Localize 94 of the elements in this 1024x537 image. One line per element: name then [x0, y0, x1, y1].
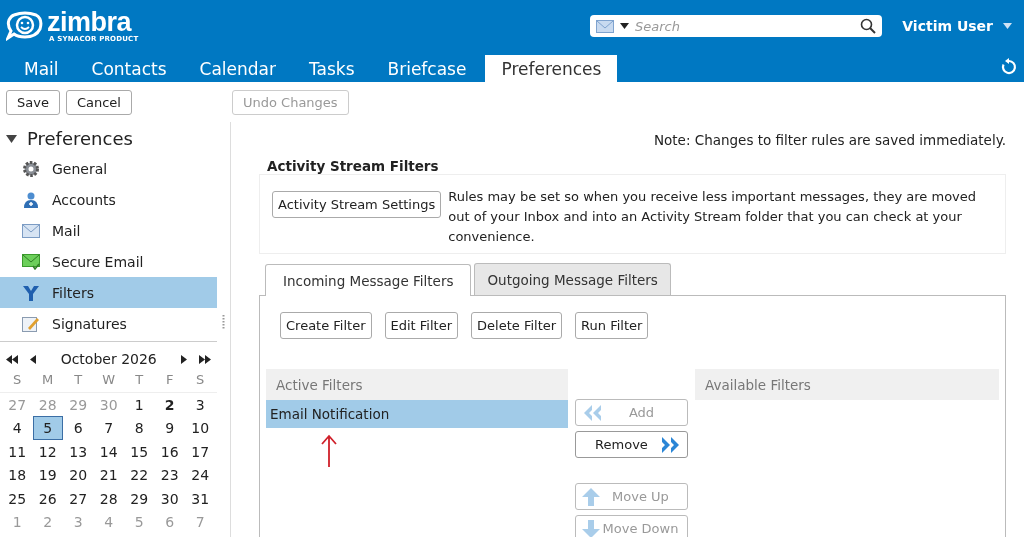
section-title: Activity Stream Filters [267, 158, 440, 174]
annotation-arrow [321, 434, 337, 468]
calendar-day[interactable]: 26 [32, 486, 63, 511]
caret-icon [620, 23, 629, 29]
filter-action-button[interactable]: Run Filter [575, 312, 649, 339]
sidebar-item[interactable]: Accounts [0, 184, 218, 215]
app-tab[interactable]: Preferences [485, 55, 618, 82]
weekday-label: S [12, 372, 23, 388]
calendar-day[interactable]: 20 [63, 463, 94, 487]
app-tab[interactable]: Briefcase [373, 55, 481, 82]
calendar-day[interactable]: 19 [32, 463, 63, 487]
filter-action-button[interactable]: Delete Filter [471, 312, 563, 339]
app-tab[interactable]: Contacts [77, 55, 181, 82]
app-tab[interactable]: Tasks [295, 55, 369, 82]
sidebar-item[interactable]: General [0, 153, 218, 184]
calendar-day[interactable]: 29 [124, 486, 155, 511]
calendar-day[interactable]: 10 [185, 416, 216, 440]
filter-tab[interactable]: Outgoing Message Filters [474, 263, 671, 295]
calendar-day[interactable]: 6 [63, 416, 94, 440]
activity-stream-settings-button[interactable]: Activity Stream Settings [272, 191, 442, 218]
weekday-label: T [73, 372, 84, 388]
sidebar-item[interactable]: Signatures [0, 308, 218, 339]
calendar-day[interactable]: 12 [32, 439, 63, 464]
app-tab[interactable]: Calendar [185, 55, 290, 82]
previous-year-icon[interactable] [6, 354, 18, 364]
weekday-label: W [101, 372, 117, 388]
search-bar[interactable]: Search [590, 15, 882, 37]
weekday-label: T [134, 372, 145, 388]
calendar-day[interactable]: 28 [93, 486, 124, 511]
sidebar-item[interactable]: Mail [0, 215, 218, 246]
double-left-arrow-icon [582, 404, 602, 421]
double-right-arrow-icon [661, 436, 681, 453]
caret-icon [1003, 23, 1012, 29]
calendar-day[interactable]: 5 [32, 416, 63, 440]
calendar-day[interactable]: 25 [2, 486, 33, 511]
calendar-day[interactable]: 30 [154, 486, 185, 511]
calendar-day[interactable]: 4 [2, 416, 33, 440]
calendar-day[interactable]: 16 [154, 439, 185, 464]
calendar-day[interactable]: 31 [185, 486, 216, 511]
logo-wordmark: zimbra [47, 9, 132, 36]
calendar-day[interactable]: 21 [93, 463, 124, 487]
filter-tab[interactable]: Incoming Message Filters [265, 264, 472, 296]
calendar-day[interactable]: 14 [93, 439, 124, 464]
calendar-month: October 2026 [59, 351, 158, 367]
app-tab[interactable]: Mail [10, 55, 73, 82]
weekday-label: S [195, 372, 206, 388]
next-month-icon[interactable] [181, 354, 188, 364]
logo-icon [6, 11, 44, 41]
gear-icon [22, 159, 40, 178]
calendar-day[interactable]: 13 [63, 439, 94, 464]
calendar-day[interactable]: 8 [124, 416, 155, 440]
up-arrow-icon [582, 487, 600, 506]
filter-list-item[interactable]: Email Notification [266, 400, 568, 428]
filter-action-button[interactable]: Edit Filter [384, 312, 459, 339]
filter-action-button[interactable]: Create Filter [280, 312, 372, 339]
down-arrow-icon [582, 519, 600, 537]
calendar-day[interactable]: 24 [185, 463, 216, 487]
mail-icon [596, 19, 614, 33]
note-text: Note: Changes to filter rules are saved immediately. [652, 131, 1006, 148]
search-icon [860, 18, 876, 34]
toolbar-button[interactable]: Save [6, 89, 60, 115]
calendar-day[interactable]: 11 [2, 439, 33, 464]
weekday-label: F [164, 372, 175, 388]
calendar-day[interactable]: 22 [124, 463, 155, 487]
sidebar-title: Preferences [27, 128, 133, 149]
contact-card-icon [22, 190, 40, 209]
weekday-label: M [41, 372, 55, 388]
sidebar-item[interactable]: Filters [0, 277, 218, 308]
list-header: Active Filters [266, 369, 568, 400]
envelope-check-icon [22, 253, 40, 270]
envelope-icon [22, 223, 40, 238]
list-header: Available Filters [695, 369, 999, 400]
pen-document-icon [22, 314, 40, 333]
expand-icon[interactable] [6, 133, 17, 144]
toolbar-button[interactable]: Cancel [65, 89, 132, 115]
calendar-day[interactable]: 3 [185, 392, 216, 417]
move-button[interactable]: Remove [575, 431, 688, 458]
calendar-day[interactable]: 18 [2, 463, 33, 487]
user-menu[interactable]: Victim User [902, 18, 1012, 34]
calendar-day[interactable]: 1 [124, 392, 155, 417]
description-text: Rules may be set so when you receive less important messages, they are moved out of your Inbox and into an Activity Stream folder that you can check at your convenience. [448, 188, 978, 246]
calendar-day[interactable]: 23 [154, 463, 185, 487]
previous-month-icon[interactable] [30, 354, 36, 364]
calendar-day[interactable]: 15 [124, 439, 155, 464]
calendar-day[interactable]: 7 [93, 416, 124, 440]
calendar-day[interactable]: 9 [154, 416, 185, 440]
next-year-icon[interactable] [199, 354, 212, 364]
refresh-icon[interactable] [1000, 58, 1018, 76]
resize-handle-icon[interactable] [222, 315, 226, 329]
calendar-day[interactable]: 17 [185, 439, 216, 464]
sidebar-item[interactable]: Secure Email [0, 246, 218, 277]
calendar-day[interactable]: 27 [63, 486, 94, 511]
calendar-day[interactable]: 2 [154, 392, 185, 417]
filter-icon [22, 283, 40, 302]
